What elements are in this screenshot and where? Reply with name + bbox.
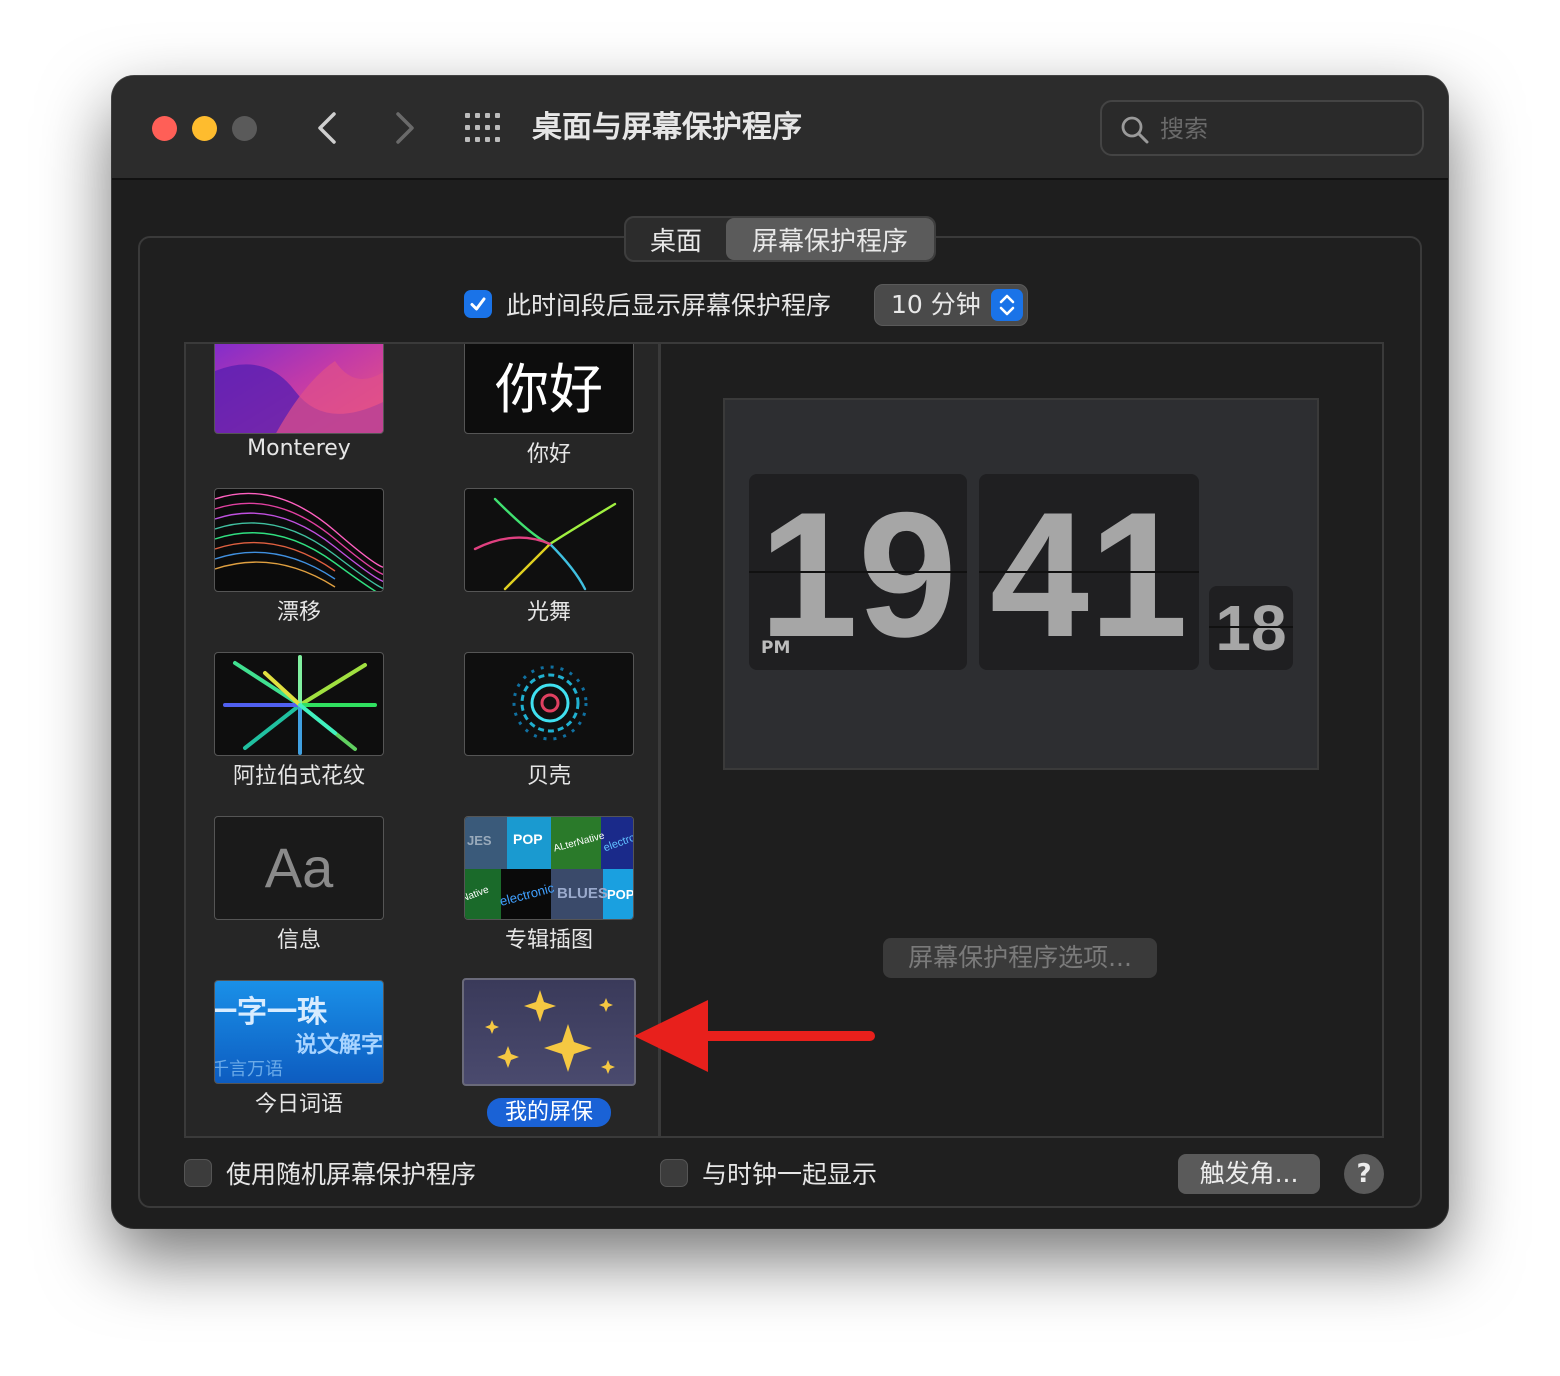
title-bar: 桌面与屏幕保护程序 — [112, 76, 1448, 180]
saver-item-my-saver[interactable]: 我的屏保 — [444, 978, 654, 1128]
saver-thumbnail — [464, 652, 634, 756]
arrow-icon — [634, 1000, 875, 1072]
clock-preview: 19 PM 41 18 — [723, 398, 1319, 770]
second-flip: 18 — [1209, 586, 1293, 670]
saver-item-arabesque[interactable]: 阿拉伯式花纹 — [194, 652, 404, 802]
saver-item-hello[interactable]: 你好 你好 — [444, 344, 654, 480]
saver-label: 光舞 — [526, 600, 571, 625]
saver-item-drift[interactable]: 漂移 — [194, 488, 404, 638]
stepper-icon — [991, 289, 1023, 321]
show-after-label: 此时间段后显示屏幕保护程序 — [506, 291, 832, 320]
saver-thumbnail: 你好 — [464, 344, 634, 434]
saver-thumbnail — [214, 652, 384, 756]
saver-label: 阿拉伯式花纹 — [232, 764, 365, 789]
album-word: BLUES — [557, 885, 608, 902]
search-icon — [1121, 116, 1149, 144]
hello-thumb-text: 你好 — [495, 358, 603, 421]
back-button[interactable] — [308, 106, 348, 150]
screensaver-options-button[interactable]: 屏幕保护程序选项... — [883, 938, 1157, 978]
tab-screensaver[interactable]: 屏幕保护程序 — [726, 218, 934, 260]
screensaver-list[interactable]: Monterey 你好 你好 漂移 光舞 阿拉伯式花纹 贝壳 Aa 信息 POP… — [184, 342, 660, 1138]
word-thumb-text: 千言万语 — [214, 1059, 283, 1080]
tab-desktop[interactable]: 桌面 — [626, 218, 726, 260]
saver-label: 信息 — [276, 928, 321, 953]
saver-label-text: 我的屏保 — [486, 1098, 611, 1127]
close-icon[interactable] — [152, 116, 177, 141]
zoom-icon[interactable] — [232, 116, 257, 141]
saver-item-word-of-day[interactable]: 一字一珠 说文解字 千言万语 今日词语 — [194, 980, 404, 1130]
saver-thumbnail — [214, 488, 384, 592]
minute-digits: 41 — [990, 475, 1188, 670]
tab-bar: 桌面 屏幕保护程序 — [624, 216, 936, 262]
minimize-icon[interactable] — [192, 116, 217, 141]
saver-label: 专辑插图 — [504, 928, 593, 953]
random-row: 使用随机屏幕保护程序 — [184, 1156, 476, 1190]
saver-label: 今日词语 — [254, 1092, 343, 1117]
interval-value: 10 分钟 — [891, 290, 981, 319]
saver-label: Monterey — [247, 436, 351, 461]
show-clock-checkbox[interactable] — [660, 1159, 688, 1187]
saver-thumbnail: Aa — [214, 816, 384, 920]
saver-item-album-art[interactable]: POP ALterNative electro Native electroni… — [444, 816, 654, 966]
window-title: 桌面与屏幕保护程序 — [532, 110, 802, 145]
saver-label-selected: 我的屏保 — [444, 1094, 654, 1127]
saver-label: 你好 — [526, 442, 571, 467]
random-label: 使用随机屏幕保护程序 — [226, 1160, 477, 1189]
hot-corners-button[interactable]: 触发角... — [1178, 1154, 1320, 1194]
clock-row: 与时钟一起显示 — [660, 1156, 877, 1190]
show-after-checkbox[interactable] — [464, 290, 492, 318]
interval-popup[interactable]: 10 分钟 — [874, 284, 1028, 326]
checkmark-icon — [470, 297, 486, 311]
saver-item-flurry[interactable]: 光舞 — [444, 488, 654, 638]
search-field[interactable] — [1100, 100, 1424, 156]
search-input[interactable] — [1160, 110, 1410, 148]
hour-flip: 19 PM — [749, 474, 967, 670]
forward-button[interactable] — [384, 106, 424, 150]
message-thumb-text: Aa — [264, 836, 334, 899]
saver-item-message[interactable]: Aa 信息 — [194, 816, 404, 966]
word-thumb-text: 一字一珠 — [214, 995, 327, 1030]
random-checkbox[interactable] — [184, 1159, 212, 1187]
album-word: JES — [467, 833, 492, 848]
saver-thumbnail — [462, 978, 636, 1086]
ampm-label: PM — [761, 638, 791, 658]
chevron-left-icon — [318, 112, 336, 144]
chevron-right-icon — [396, 112, 414, 144]
help-button[interactable]: ? — [1344, 1154, 1384, 1194]
show-after-row: 此时间段后显示屏幕保护程序 — [464, 284, 831, 324]
second-digits: 18 — [1215, 592, 1287, 664]
show-clock-label: 与时钟一起显示 — [702, 1160, 878, 1189]
saver-label: 漂移 — [276, 600, 321, 625]
grid-icon[interactable] — [464, 112, 504, 144]
saver-thumbnail — [214, 344, 384, 434]
saver-item-shell[interactable]: 贝壳 — [444, 652, 654, 802]
album-word: POP — [513, 831, 543, 847]
saver-label: 贝壳 — [526, 764, 571, 789]
saver-item-monterey[interactable]: Monterey — [194, 344, 404, 480]
album-word: POP — [607, 887, 634, 902]
saver-thumbnail: POP ALterNative electro Native electroni… — [464, 816, 634, 920]
saver-thumbnail — [464, 488, 634, 592]
minute-flip: 41 — [979, 474, 1199, 670]
saver-thumbnail: 一字一珠 说文解字 千言万语 — [214, 980, 384, 1084]
word-thumb-text: 说文解字 — [295, 1033, 384, 1058]
